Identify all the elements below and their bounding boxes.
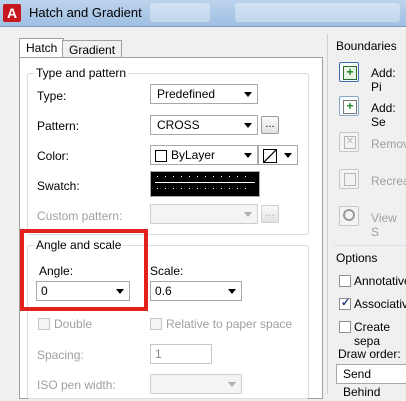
- type-and-pattern-title: Type and pattern: [34, 66, 129, 80]
- swatch-label: Swatch:: [37, 179, 80, 193]
- pattern-value: CROSS: [157, 118, 200, 132]
- no-fill-icon: [263, 149, 277, 163]
- custom-pattern-label: Custom pattern:: [37, 209, 123, 223]
- color-dropdown[interactable]: ByLayer: [150, 145, 258, 165]
- scale-dropdown[interactable]: 0.6: [150, 281, 242, 301]
- annotative-checkbox[interactable]: [339, 275, 351, 287]
- relative-to-paper-space-checkbox[interactable]: [150, 318, 162, 330]
- iso-pen-width-dropdown[interactable]: [150, 374, 242, 394]
- type-dropdown[interactable]: Predefined: [150, 84, 258, 104]
- draw-order-label: Draw order:: [338, 347, 401, 361]
- view-selections-button[interactable]: [339, 206, 359, 226]
- type-value: Predefined: [157, 87, 216, 101]
- title-bar-blur: [235, 3, 400, 22]
- color-swatch-icon: [155, 150, 167, 162]
- create-separate-hatches-label: Create sepa: [354, 320, 391, 348]
- chevron-down-icon: [244, 153, 252, 158]
- tab-hatch[interactable]: Hatch: [19, 38, 65, 59]
- chevron-down-icon: [284, 153, 292, 158]
- remove-boundaries-label[interactable]: Remov: [371, 137, 406, 151]
- add-pick-points-label[interactable]: Add: Pi: [371, 66, 406, 94]
- title-bar-blur: [150, 3, 210, 22]
- pattern-label: Pattern:: [37, 119, 80, 133]
- recreate-boundary-label[interactable]: Recrea: [371, 174, 406, 188]
- custom-pattern-browse-button[interactable]: ...: [261, 205, 279, 223]
- chevron-down-icon: [244, 212, 252, 217]
- vertical-divider: [327, 34, 328, 394]
- double-checkbox[interactable]: [38, 318, 50, 330]
- highlight-box: [20, 229, 148, 311]
- scale-label: Scale:: [150, 264, 184, 278]
- options-title: Options: [336, 251, 378, 265]
- remove-boundaries-button[interactable]: ✕: [339, 132, 359, 152]
- custom-pattern-dropdown[interactable]: [150, 204, 258, 224]
- spacing-input[interactable]: 1: [150, 344, 212, 364]
- iso-pen-width-label: ISO pen width:: [37, 378, 116, 392]
- autocad-app-icon[interactable]: A: [3, 4, 21, 22]
- pattern-browse-button[interactable]: ...: [261, 116, 279, 134]
- chevron-down-icon: [228, 382, 236, 387]
- add-pick-points-button[interactable]: +: [339, 62, 359, 82]
- color-label: Color:: [37, 149, 70, 163]
- add-select-objects-icon: +: [343, 100, 357, 114]
- draw-order-dropdown[interactable]: Send Behind: [336, 364, 406, 399]
- view-selections-label[interactable]: View S: [371, 211, 406, 239]
- window-title: Hatch and Gradient: [29, 5, 142, 20]
- add-select-objects-label[interactable]: Add: Se: [371, 101, 406, 129]
- add-select-objects-button[interactable]: +: [339, 96, 359, 116]
- recreate-boundary-button[interactable]: [339, 169, 359, 189]
- associative-label: Associative: [354, 297, 406, 311]
- spacing-label: Spacing:: [37, 348, 84, 362]
- boundaries-title: Boundaries: [336, 39, 397, 53]
- chevron-down-icon: [244, 92, 252, 97]
- chevron-down-icon: [228, 289, 236, 294]
- relative-to-paper-space-label: Relative to paper space: [166, 317, 293, 331]
- magnifier-icon: [343, 209, 355, 221]
- options-separator: [334, 245, 406, 246]
- draw-order-value: Send Behind: [343, 367, 381, 399]
- chevron-down-icon: [244, 123, 252, 128]
- associative-checkbox[interactable]: [339, 296, 351, 310]
- color-value: ByLayer: [171, 148, 216, 162]
- remove-boundaries-icon: ✕: [344, 136, 356, 149]
- type-label: Type:: [37, 89, 67, 103]
- recreate-boundary-icon: [344, 173, 356, 186]
- add-pick-points-icon: +: [343, 66, 357, 80]
- annotative-label: Annotative: [354, 274, 406, 288]
- hatch-swatch-preview[interactable]: [150, 171, 260, 197]
- cross-pattern-icon: [155, 176, 255, 189]
- double-label: Double: [54, 317, 93, 331]
- scale-value: 0.6: [155, 284, 172, 298]
- pattern-dropdown[interactable]: CROSS: [150, 115, 258, 135]
- create-separate-hatches-checkbox[interactable]: [339, 321, 351, 333]
- background-color-dropdown[interactable]: [258, 145, 298, 165]
